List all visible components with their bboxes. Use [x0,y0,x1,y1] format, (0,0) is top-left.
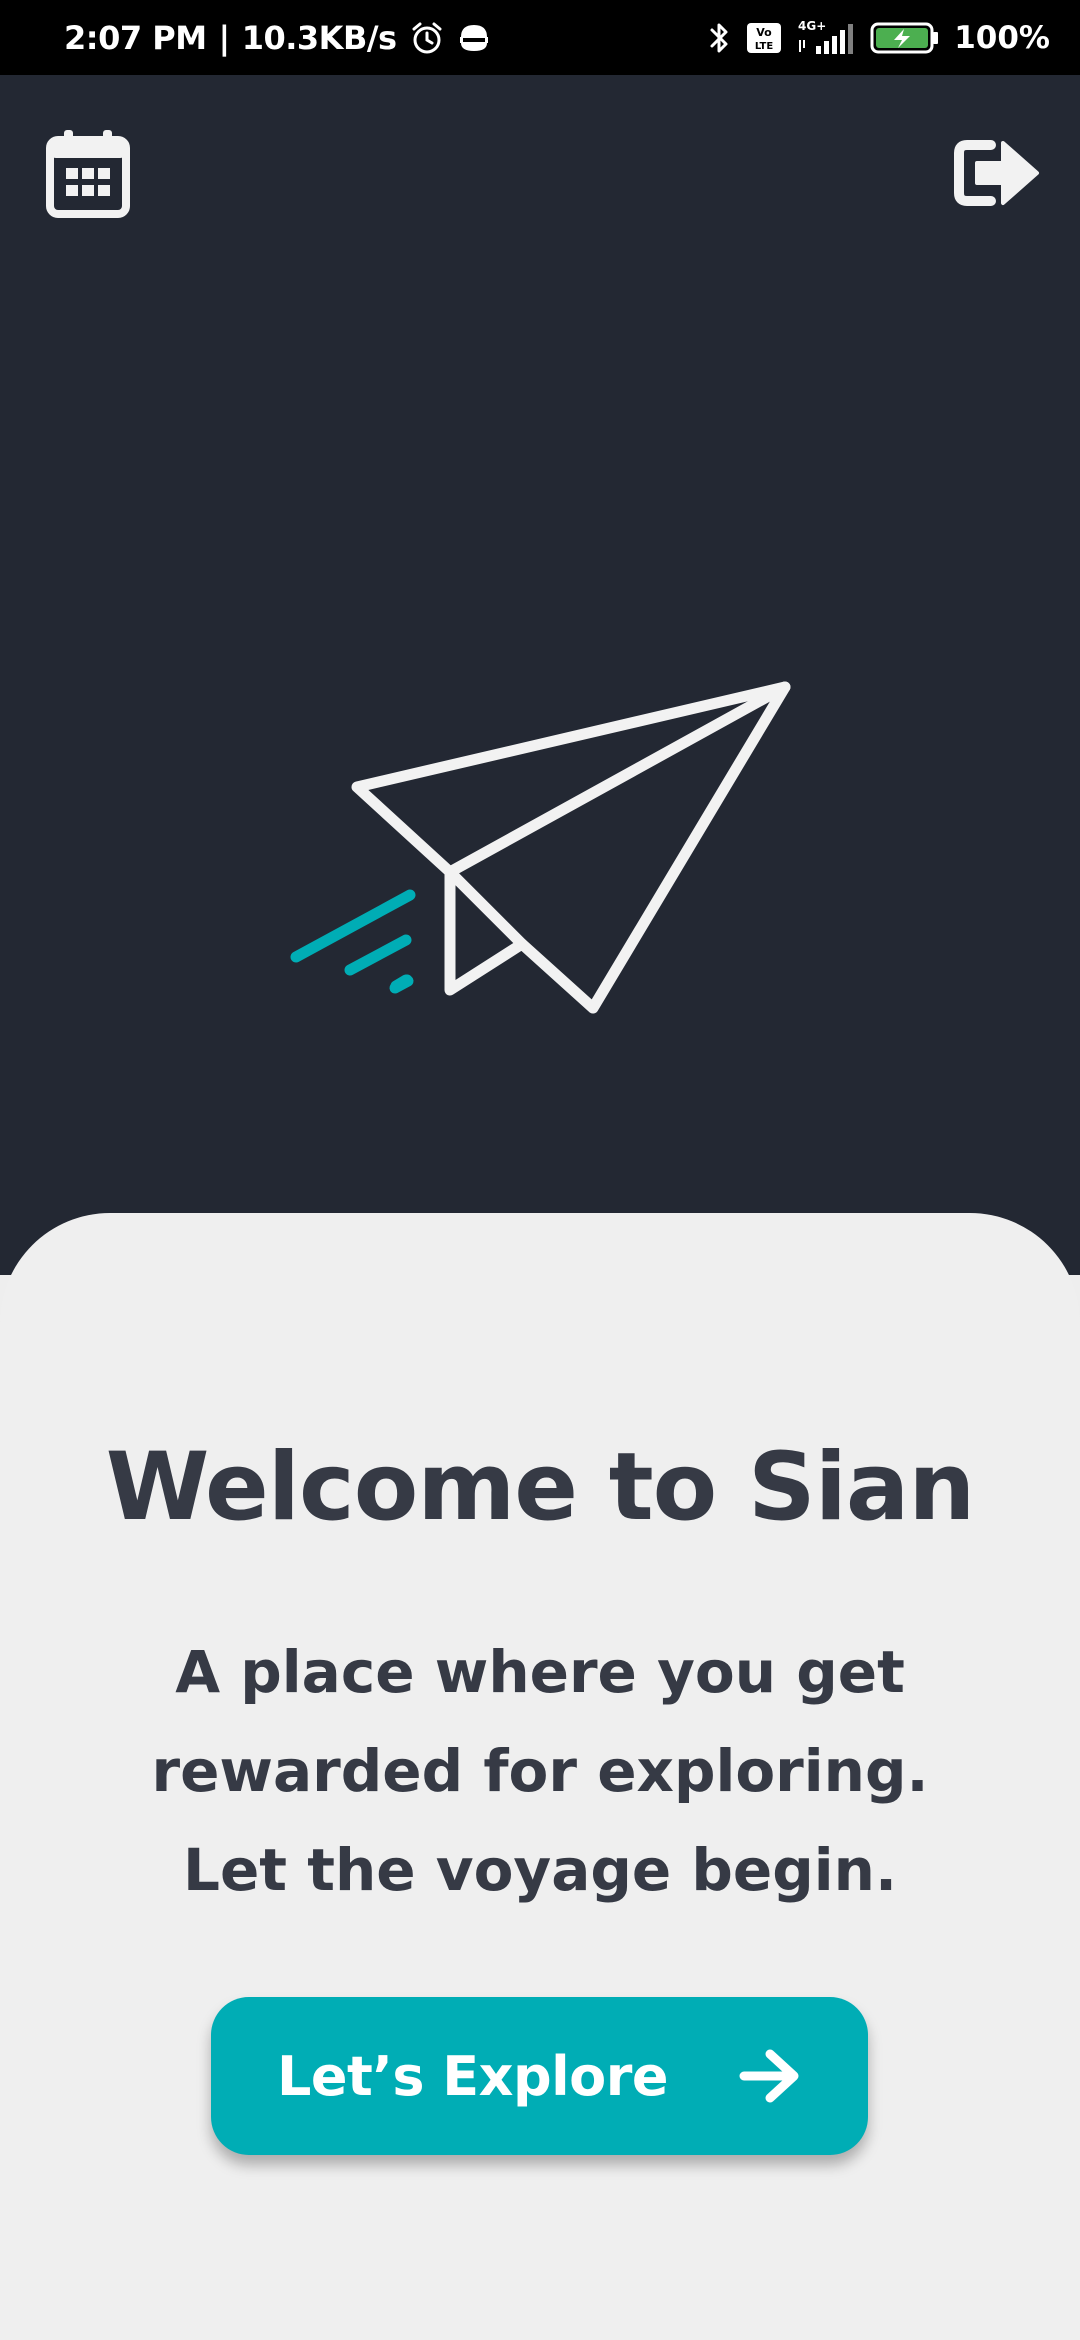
paper-plane-icon [290,681,791,1014]
hero-section [0,75,1080,1275]
logout-button[interactable] [948,125,1044,221]
battery-percent: 100% [954,19,1050,56]
hero-illustration [270,595,810,1019]
calendar-button[interactable] [40,125,136,221]
lets-explore-button[interactable]: Let’s Explore [211,1997,868,2155]
subtitle-line-2: rewarded for exploring. [151,1737,929,1805]
status-separator: | [218,18,231,57]
welcome-card: Welcome to Sian A place where you get re… [0,1213,1080,2340]
status-right: Vo LTE 4G+ 100% [708,0,1050,75]
welcome-title: Welcome to Sian [105,1433,976,1542]
svg-text:Vo: Vo [756,26,772,39]
subtitle-line-3: Let the voyage begin. [183,1836,897,1904]
status-left: 2:07 PM | 10.3KB/s [64,0,491,75]
welcome-screen: 2:07 PM | 10.3KB/s Vo LTE 4G+ 100% Welco… [0,0,1080,2340]
volte-icon: Vo LTE [746,22,782,54]
svg-text:LTE: LTE [755,41,774,52]
status-time: 2:07 PM [64,18,207,57]
arrow-right-icon [739,2049,799,2103]
svg-text:4G+: 4G+ [798,19,826,33]
lets-explore-label: Let’s Explore [276,2044,669,2108]
signal-icon: 4G+ [796,18,856,58]
welcome-subtitle: A place where you get rewarded for explo… [90,1623,990,1920]
battery-charging-icon [870,21,940,55]
alarm-icon [409,20,445,56]
status-bar: 2:07 PM | 10.3KB/s Vo LTE 4G+ 100% [0,0,1080,75]
burger-king-app-icon [457,21,491,55]
logout-icon [954,140,1039,206]
status-network-speed: 10.3KB/s [241,18,397,57]
bluetooth-icon [708,20,732,56]
calendar-icon [46,130,130,218]
subtitle-line-1: A place where you get [175,1638,905,1706]
